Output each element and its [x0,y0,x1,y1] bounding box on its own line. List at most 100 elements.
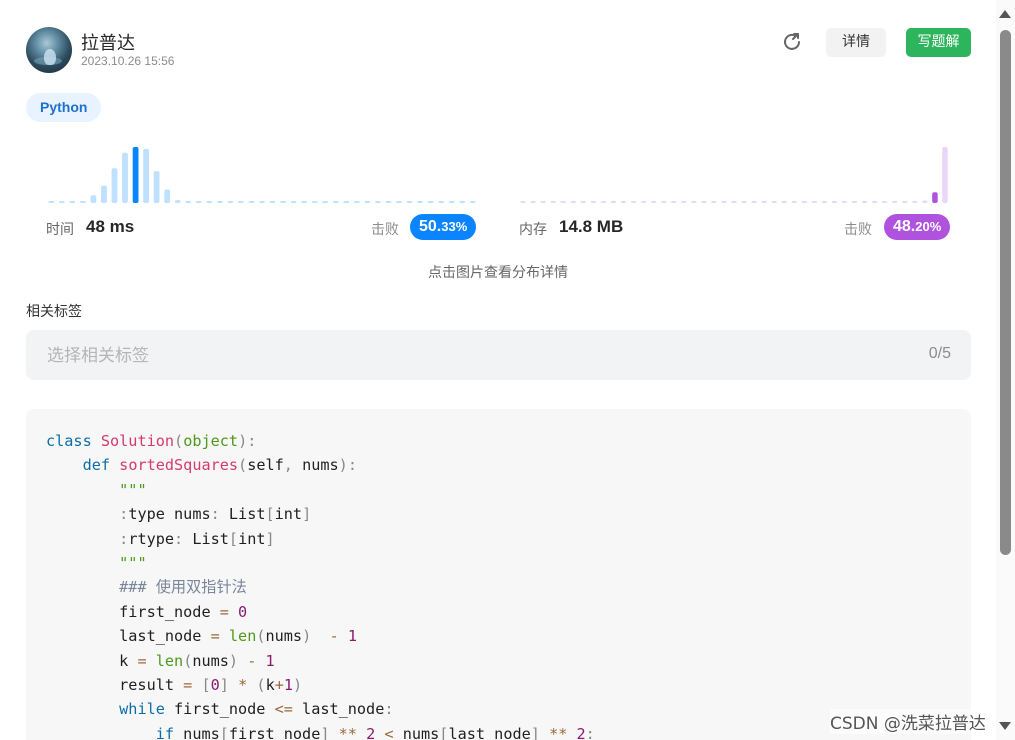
chart-bar[interactable] [530,201,536,203]
scrollbar[interactable] [996,0,1015,740]
chart-bar[interactable] [90,195,97,203]
chart-bar[interactable] [600,201,607,203]
chart-bar[interactable] [459,201,466,203]
chart-bar[interactable] [560,201,566,203]
chart-bar[interactable] [290,201,297,203]
chart-bar[interactable] [660,201,667,203]
chart-bar[interactable] [580,201,587,203]
chart-bar[interactable] [195,201,202,203]
chart-bar[interactable] [841,201,848,203]
chart-bar[interactable] [771,201,777,203]
chart-bar[interactable] [791,201,798,203]
chart-bar[interactable] [69,201,76,203]
chart-bar[interactable] [259,201,265,203]
chart-bar[interactable] [701,201,707,203]
chart-bar[interactable] [630,201,637,203]
tag-selector[interactable]: 0/5 [26,330,971,382]
chart-bar[interactable] [227,201,234,203]
chart-bar[interactable] [851,201,858,203]
chart-bar[interactable] [248,201,255,203]
chart-bar[interactable] [396,201,402,203]
chart-bar[interactable] [438,201,444,203]
chart-bar[interactable] [881,201,888,203]
scroll-thumb[interactable] [1000,30,1011,555]
chart-bar[interactable] [174,200,181,203]
chart-bar[interactable] [185,201,192,203]
chart-bar[interactable] [861,201,868,203]
chart-bar[interactable] [721,201,727,203]
chart-bar[interactable] [364,201,371,203]
chart-bar[interactable] [238,201,244,203]
chart-bar[interactable] [385,201,392,203]
chart-bar[interactable] [311,201,318,203]
chart-bar[interactable] [650,201,657,203]
chart-bar[interactable] [58,201,65,203]
memory-chart-svg[interactable] [518,140,950,206]
chart-bar[interactable] [448,201,455,203]
language-tag[interactable]: Python [26,93,102,122]
code-block[interactable]: class Solution(object): def sortedSquare… [26,409,971,740]
chart-bar[interactable] [322,201,329,203]
chart-bar[interactable] [164,189,171,204]
chart-bar[interactable] [427,201,434,203]
chart-bar[interactable] [153,171,160,203]
chart-bar[interactable] [821,201,828,203]
chart-bar[interactable] [681,201,687,203]
chart-bar[interactable] [781,201,788,203]
chart-bar[interactable] [942,147,948,203]
chart-bar[interactable] [671,201,677,203]
chart-bar[interactable] [375,201,381,203]
tag-input[interactable] [45,330,869,382]
chart-bar[interactable] [902,201,908,203]
chart-bar[interactable] [80,201,86,203]
chart-bar[interactable] [217,201,223,203]
chart-bar[interactable] [711,201,717,203]
chart-bar[interactable] [741,201,747,203]
chart-bar[interactable] [143,148,149,203]
chart-bar[interactable] [610,201,617,203]
chart-bar[interactable] [691,201,697,203]
chart-bar[interactable] [353,201,360,203]
chart-bar[interactable] [520,201,526,203]
chart-bar[interactable] [122,152,128,203]
runtime-chart-svg[interactable] [46,140,478,206]
chart-bar[interactable] [761,201,767,203]
chart-bar[interactable] [801,201,808,203]
chart-bar[interactable] [332,201,339,203]
chart-bar[interactable] [550,201,556,203]
chart-bar[interactable] [417,201,423,203]
chart-bar[interactable] [640,201,647,203]
chart-bar[interactable] [48,201,55,203]
chart-bar[interactable] [206,201,213,203]
chart-bar[interactable] [831,201,838,203]
chart-bar[interactable] [892,201,898,203]
chart-bar[interactable] [731,201,737,203]
memory-distribution-chart[interactable] [518,140,950,210]
avatar[interactable] [26,27,72,73]
distribution-hint[interactable]: 点击图片查看分布详情 [0,262,996,282]
runtime-distribution-chart[interactable] [46,140,478,210]
scroll-down-arrow-icon[interactable] [999,722,1011,730]
chart-bar[interactable] [132,147,139,203]
chart-bar[interactable] [540,201,546,203]
chart-bar[interactable] [811,201,818,203]
chart-bar[interactable] [111,168,118,203]
chart-bar[interactable] [101,185,107,203]
chart-bar[interactable] [620,201,627,203]
chart-bar[interactable] [406,201,413,203]
share-icon[interactable] [781,31,803,53]
chart-bar[interactable] [343,201,350,203]
chart-bar[interactable] [301,201,307,203]
username[interactable]: 拉普达 [81,29,135,55]
chart-bar[interactable] [269,201,276,203]
chart-bar[interactable] [570,201,577,203]
write-solution-button[interactable]: 写题解 [906,28,971,57]
chart-bar[interactable] [751,201,757,203]
chart-bar[interactable] [912,201,918,203]
chart-bar[interactable] [590,201,597,203]
chart-bar[interactable] [871,201,878,203]
scroll-up-arrow-icon[interactable] [999,10,1011,18]
chart-bar[interactable] [280,201,286,203]
chart-bar[interactable] [922,200,928,203]
detail-button[interactable]: 详情 [826,28,886,57]
